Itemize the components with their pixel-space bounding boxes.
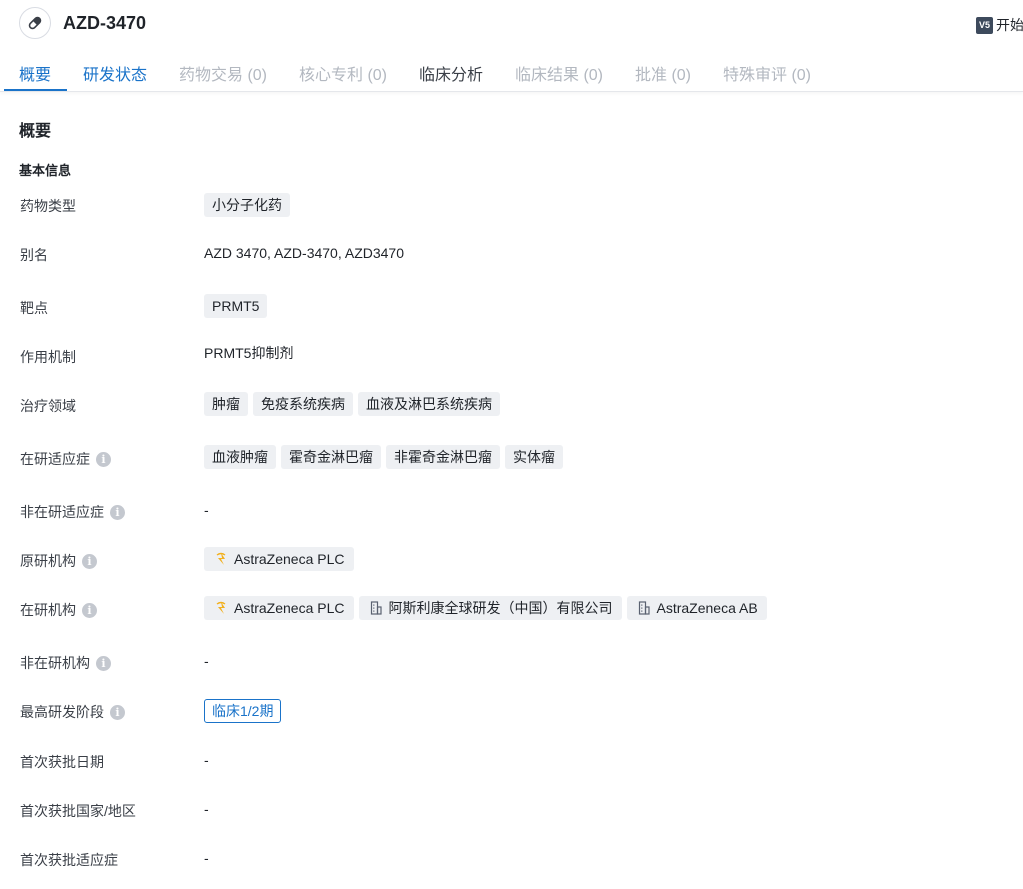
org-tag[interactable]: AstraZeneca AB <box>626 596 767 620</box>
alias-value: AZD 3470, AZD-3470, AZD3470 <box>204 245 404 261</box>
tab-bar: 概要 研发状态 药物交易 (0) 核心专利 (0) 临床分析 临床结果 (0) … <box>0 48 1023 92</box>
org-tag[interactable]: AstraZeneca PLC <box>204 596 354 620</box>
inactive-orgs-value: - <box>204 653 209 669</box>
pill-icon <box>19 7 51 39</box>
originator-label: 原研机构 i <box>20 551 97 571</box>
therapeutic-area-value: 肿瘤 免疫系统疾病 血液及淋巴系统疾病 <box>204 392 505 416</box>
info-icon[interactable]: i <box>96 451 111 467</box>
info-icon[interactable]: i <box>96 655 111 671</box>
first-approval-date-value: - <box>204 752 209 768</box>
first-approval-date-label: 首次获批日期 <box>20 754 104 770</box>
building-icon <box>369 601 383 615</box>
indication-tag[interactable]: 实体瘤 <box>505 445 563 469</box>
tab-clinical-results[interactable]: 临床结果 (0) <box>515 61 603 85</box>
therapeutic-area-tag[interactable]: 血液及淋巴系统疾病 <box>358 392 500 416</box>
mechanism-value: PRMT5抑制剂 <box>204 343 293 363</box>
astrazeneca-logo-icon <box>214 552 228 566</box>
tab-overview[interactable]: 概要 <box>19 61 51 85</box>
drug-title: AZD-3470 <box>63 13 147 33</box>
info-icon[interactable]: i <box>110 504 125 520</box>
mechanism-label: 作用机制 <box>20 349 76 365</box>
therapeutic-area-label: 治疗领域 <box>20 398 76 414</box>
phase-tag[interactable]: 临床1/2期 <box>204 699 282 723</box>
tab-approvals[interactable]: 批准 (0) <box>635 61 691 85</box>
tab-rd-status[interactable]: 研发状态 <box>83 61 147 85</box>
v5-badge-icon: V5 <box>976 16 993 34</box>
astrazeneca-logo-icon <box>214 601 228 615</box>
alias-text: AZD 3470, AZD-3470, AZD3470 <box>204 245 404 261</box>
start-label: 开始 <box>996 17 1023 33</box>
target-value: PRMT5 <box>204 294 272 318</box>
active-tab-indicator <box>4 89 67 91</box>
drug-type-tag[interactable]: 小分子化药 <box>204 193 290 217</box>
section-title: 概要 <box>19 123 52 140</box>
tab-clinical-analysis[interactable]: 临床分析 <box>419 61 483 85</box>
info-icon[interactable]: i <box>82 602 97 618</box>
building-icon <box>637 601 651 615</box>
indication-tag[interactable]: 非霍奇金淋巴瘤 <box>386 445 500 469</box>
drug-header: AZD-3470 V5 开始 <box>0 0 1023 48</box>
basic-info-title: 基本信息 <box>19 163 72 178</box>
active-orgs-value: AstraZeneca PLC 阿斯利康全球研发（中国）有限公司 AstraZe… <box>204 596 772 620</box>
active-orgs-label: 在研机构 i <box>20 600 97 620</box>
alias-label: 别名 <box>20 247 48 263</box>
first-approval-indication-value: - <box>204 850 209 866</box>
tab-core-patents[interactable]: 核心专利 (0) <box>299 61 387 85</box>
info-icon[interactable]: i <box>82 553 97 569</box>
inactive-indications-value: - <box>204 502 209 518</box>
highest-phase-value: 临床1/2期 <box>204 699 282 723</box>
inactive-indications-label: 非在研适应症 i <box>20 502 125 522</box>
active-indications-value: 血液肿瘤 霍奇金淋巴瘤 非霍奇金淋巴瘤 实体瘤 <box>204 445 568 469</box>
mechanism-text[interactable]: PRMT5抑制剂 <box>204 343 293 363</box>
inactive-orgs-label: 非在研机构 i <box>20 653 111 673</box>
tab-drug-deals[interactable]: 药物交易 (0) <box>179 61 267 85</box>
org-tag[interactable]: AstraZeneca PLC <box>204 547 354 571</box>
first-approval-country-value: - <box>204 801 209 817</box>
active-indications-label: 在研适应症 i <box>20 449 111 469</box>
drug-type-value: 小分子化药 <box>204 193 295 217</box>
tab-special-review[interactable]: 特殊审评 (0) <box>723 61 811 85</box>
target-label: 靶点 <box>20 300 48 316</box>
first-approval-country-label: 首次获批国家/地区 <box>20 803 136 819</box>
first-approval-indication-label: 首次获批适应症 <box>20 852 118 868</box>
drug-type-label: 药物类型 <box>20 198 76 214</box>
target-tag[interactable]: PRMT5 <box>204 294 268 318</box>
originator-value: AstraZeneca PLC <box>204 547 359 571</box>
indication-tag[interactable]: 霍奇金淋巴瘤 <box>281 445 381 469</box>
therapeutic-area-tag[interactable]: 免疫系统疾病 <box>253 392 353 416</box>
highest-phase-label: 最高研发阶段 i <box>20 702 125 722</box>
info-icon[interactable]: i <box>110 704 125 720</box>
start-button[interactable]: V5 开始 <box>976 15 1023 35</box>
indication-tag[interactable]: 血液肿瘤 <box>204 445 276 469</box>
org-tag[interactable]: 阿斯利康全球研发（中国）有限公司 <box>358 596 622 620</box>
therapeutic-area-tag[interactable]: 肿瘤 <box>204 392 248 416</box>
